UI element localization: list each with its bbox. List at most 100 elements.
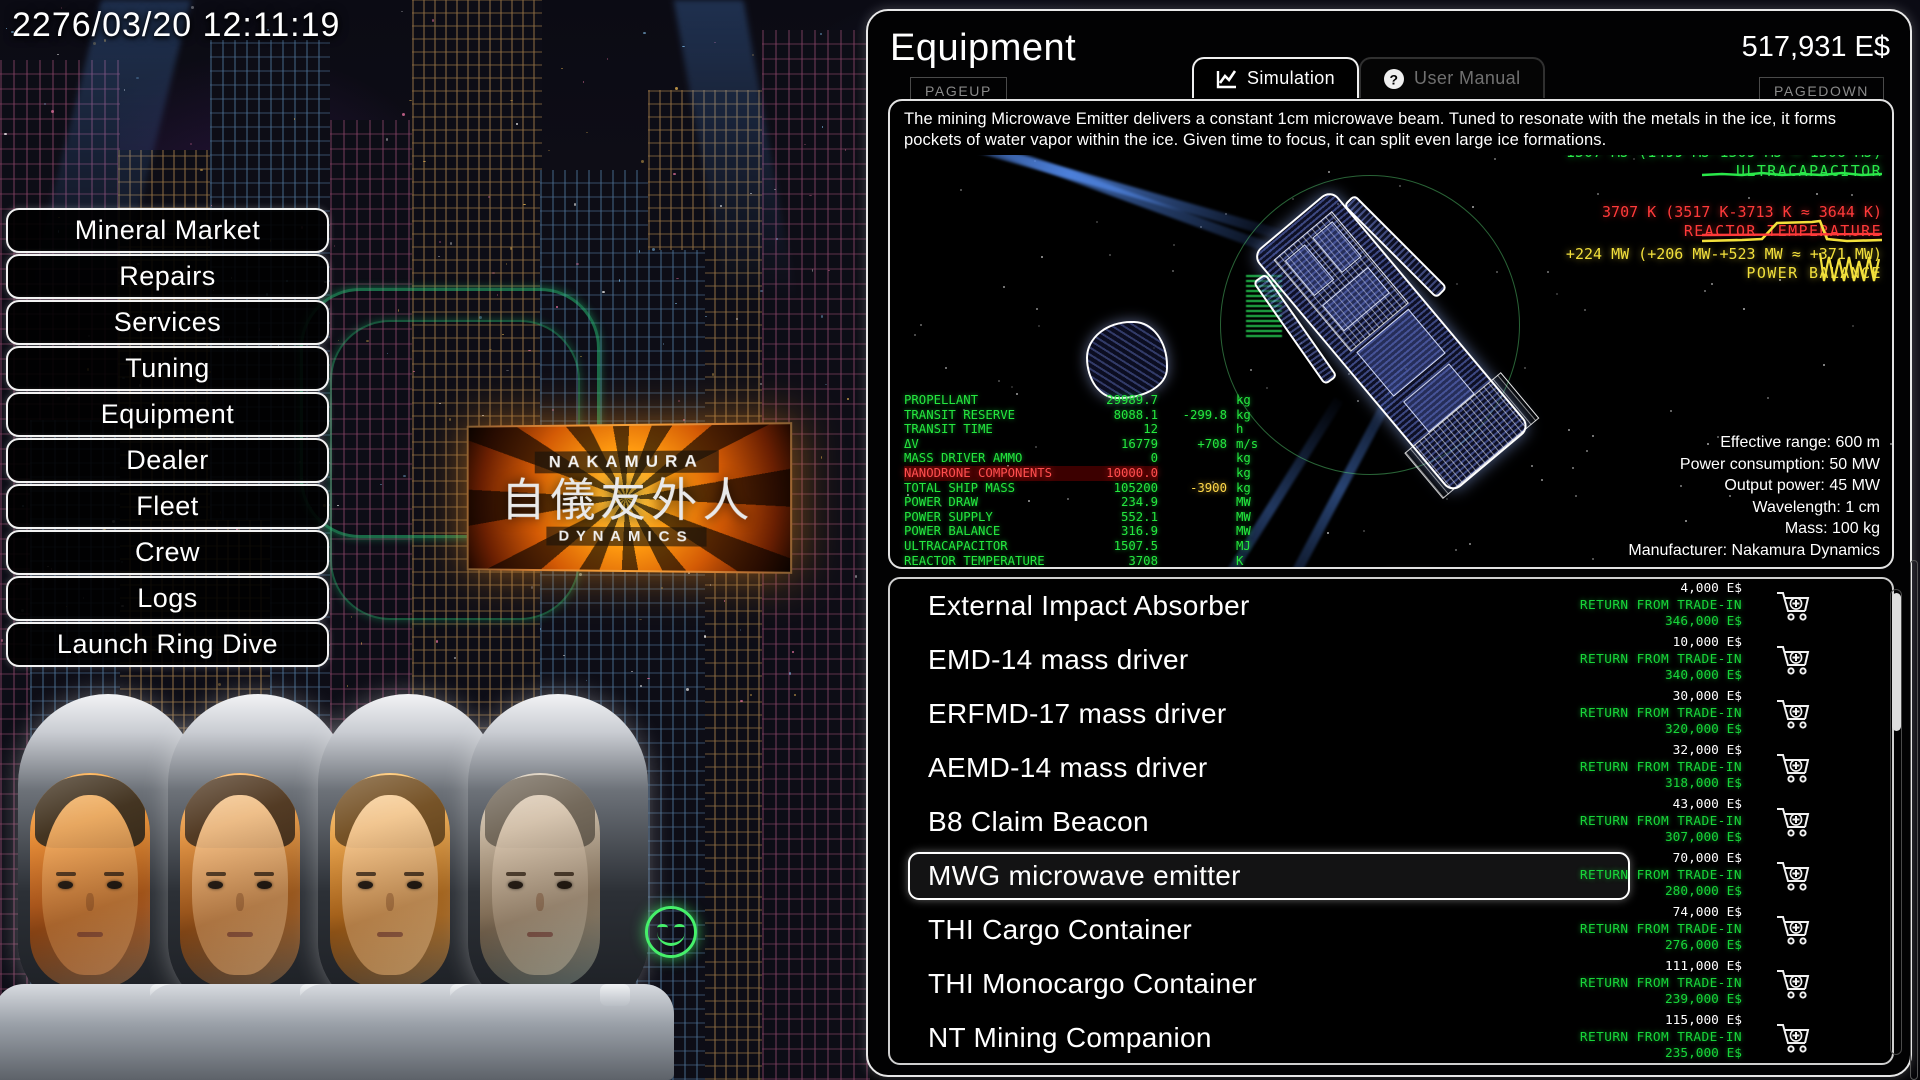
- spec-line: Manufacturer: Nakamura Dynamics: [1628, 540, 1880, 562]
- equipment-panel: Equipment 517,931 E$ PAGEUP PAGEDOWN Sim…: [866, 9, 1912, 1077]
- star: [945, 367, 947, 369]
- visor: [330, 773, 450, 988]
- tab-simulation[interactable]: Simulation: [1192, 57, 1359, 98]
- city-light: [643, 32, 646, 34]
- telemetry-label: POWER SUPPLY: [904, 510, 1076, 525]
- city-light: [673, 173, 676, 175]
- city-light: [794, 694, 796, 696]
- equipment-pricing: 4,000 E$ RETURN FROM TRADE-IN 346,000 E$: [1518, 581, 1742, 631]
- equipment-list-item[interactable]: ERFMD-17 mass driver 30,000 E$ RETURN FR…: [890, 687, 1892, 741]
- star: [1592, 558, 1594, 560]
- tab-label: User Manual: [1414, 68, 1520, 89]
- menu-item-services[interactable]: Services: [6, 300, 329, 345]
- menu-item-launch-ring-dive[interactable]: Launch Ring Dive: [6, 622, 329, 667]
- telemetry-unit: kg: [1236, 481, 1266, 496]
- equipment-list-item[interactable]: NT Mining Companion 115,000 E$ RETURN FR…: [890, 1011, 1892, 1065]
- suit-clip: [600, 984, 630, 1006]
- equipment-list-item[interactable]: AEMD-14 mass driver 32,000 E$ RETURN FRO…: [890, 741, 1892, 795]
- buy-cart-icon[interactable]: [1776, 914, 1810, 946]
- telemetry-readout: PROPELLANT 29989.7 kg TRANSIT RESERVE 8088.1…: [904, 393, 1266, 568]
- equipment-list-item[interactable]: B8 Claim Beacon 43,000 E$ RETURN FROM TR…: [890, 795, 1892, 849]
- buy-cart-icon[interactable]: [1776, 644, 1810, 676]
- telemetry-value: 10000.0: [1076, 466, 1158, 481]
- equipment-list: External Impact Absorber 4,000 E$ RETURN…: [888, 577, 1894, 1065]
- equipment-pricing: 74,000 E$ RETURN FROM TRADE-IN 276,000 E…: [1518, 905, 1742, 955]
- telemetry-row: POWER BALANCE 316.9 MW: [904, 524, 1266, 539]
- crew-portrait-row: [0, 680, 720, 1080]
- trade-in-label: RETURN FROM TRADE-IN: [1518, 868, 1742, 885]
- telemetry-label: TOTAL SHIP MASS: [904, 481, 1076, 496]
- menu-item-dealer[interactable]: Dealer: [6, 438, 329, 483]
- equipment-list-item[interactable]: THI Monocargo Container 111,000 E$ RETUR…: [890, 957, 1892, 1011]
- star: [1568, 429, 1570, 431]
- list-scrollbar-thumb[interactable]: [1892, 593, 1901, 731]
- spec-line: Power consumption: 50 MW: [1628, 454, 1880, 476]
- city-light: [639, 619, 642, 620]
- buy-cart-icon[interactable]: [1776, 806, 1810, 838]
- equipment-price: 70,000 E$: [1518, 851, 1742, 868]
- telemetry-label: TRANSIT TIME: [904, 422, 1076, 437]
- tab-user-manual[interactable]: ? User Manual: [1359, 57, 1544, 98]
- telemetry-row: POWER SUPPLY 552.1 MW: [904, 510, 1266, 525]
- equipment-list-item[interactable]: EMD-14 mass driver 10,000 E$ RETURN FROM…: [890, 633, 1892, 687]
- trade-in-value: 235,000 E$: [1518, 1046, 1742, 1063]
- equipment-list-item[interactable]: THI Cargo Container 74,000 E$ RETURN FRO…: [890, 903, 1892, 957]
- buy-cart-icon[interactable]: [1776, 590, 1810, 622]
- equipment-pricing: 70,000 E$ RETURN FROM TRADE-IN 280,000 E…: [1518, 851, 1742, 901]
- star: [1743, 308, 1745, 310]
- menu-item-mineral-market[interactable]: Mineral Market: [6, 208, 329, 253]
- menu-item-tuning[interactable]: Tuning: [6, 346, 329, 391]
- buy-cart-icon[interactable]: [1776, 968, 1810, 1000]
- visor: [480, 773, 600, 988]
- trade-in-value: 307,000 E$: [1518, 830, 1742, 847]
- equipment-name: EMD-14 mass driver: [928, 644, 1189, 676]
- menu-item-logs[interactable]: Logs: [6, 576, 329, 621]
- telemetry-unit: MW: [1236, 495, 1266, 510]
- telemetry-label: POWER DRAW: [904, 495, 1076, 510]
- city-light: [710, 584, 711, 586]
- telemetry-row: REACTOR TEMPERATURE 3708 K: [904, 554, 1266, 569]
- city-light: [675, 303, 677, 304]
- menu-label: Repairs: [119, 261, 216, 292]
- equipment-name: THI Cargo Container: [928, 914, 1192, 946]
- equipment-pricing: 43,000 E$ RETURN FROM TRADE-IN 307,000 E…: [1518, 797, 1742, 847]
- page-title: Equipment: [890, 27, 1076, 70]
- buy-cart-icon[interactable]: [1776, 698, 1810, 730]
- equipment-list-item[interactable]: MWG microwave emitter 70,000 E$ RETURN F…: [890, 849, 1892, 903]
- city-light: [641, 160, 644, 163]
- city-light: [750, 694, 752, 696]
- telemetry-delta: -3900: [1158, 481, 1236, 496]
- svg-text:?: ?: [1390, 71, 1399, 87]
- star: [1748, 197, 1750, 199]
- menu-item-fleet[interactable]: Fleet: [6, 484, 329, 529]
- telemetry-label: NANODRONE COMPONENTS: [904, 466, 1076, 481]
- buy-cart-icon[interactable]: [1776, 860, 1810, 892]
- menu-item-crew[interactable]: Crew: [6, 530, 329, 575]
- equipment-list-item[interactable]: External Impact Absorber 4,000 E$ RETURN…: [890, 579, 1892, 633]
- city-light: [510, 247, 512, 250]
- telemetry-delta: -299.8: [1158, 408, 1236, 423]
- page-scrollbar[interactable]: [1910, 560, 1918, 1080]
- equipment-name: THI Monocargo Container: [928, 968, 1257, 1000]
- star: [1592, 435, 1594, 437]
- menu-item-equipment[interactable]: Equipment: [6, 392, 329, 437]
- city-light: [439, 241, 441, 243]
- telemetry-value: 16779: [1076, 437, 1158, 452]
- crew-member-portrait[interactable]: [450, 680, 665, 1080]
- trade-in-value: 318,000 E$: [1518, 776, 1742, 793]
- star: [1328, 171, 1330, 173]
- telemetry-row: POWER DRAW 234.9 MW: [904, 495, 1266, 510]
- tab-label: Simulation: [1247, 68, 1335, 89]
- telemetry-unit: MW: [1236, 510, 1266, 525]
- telemetry-unit: kg: [1236, 393, 1266, 408]
- buy-cart-icon[interactable]: [1776, 1022, 1810, 1054]
- game-screen: NAKAMURA 自儀友外人 DYNAMICS 2276/03/20 12:11…: [0, 0, 1920, 1080]
- equipment-price: 74,000 E$: [1518, 905, 1742, 922]
- city-light: [789, 672, 791, 675]
- menu-item-repairs[interactable]: Repairs: [6, 254, 329, 299]
- buy-cart-icon[interactable]: [1776, 752, 1810, 784]
- visor: [30, 773, 150, 988]
- star: [1851, 194, 1853, 196]
- star: [1011, 386, 1013, 388]
- telemetry-unit: kg: [1236, 408, 1266, 423]
